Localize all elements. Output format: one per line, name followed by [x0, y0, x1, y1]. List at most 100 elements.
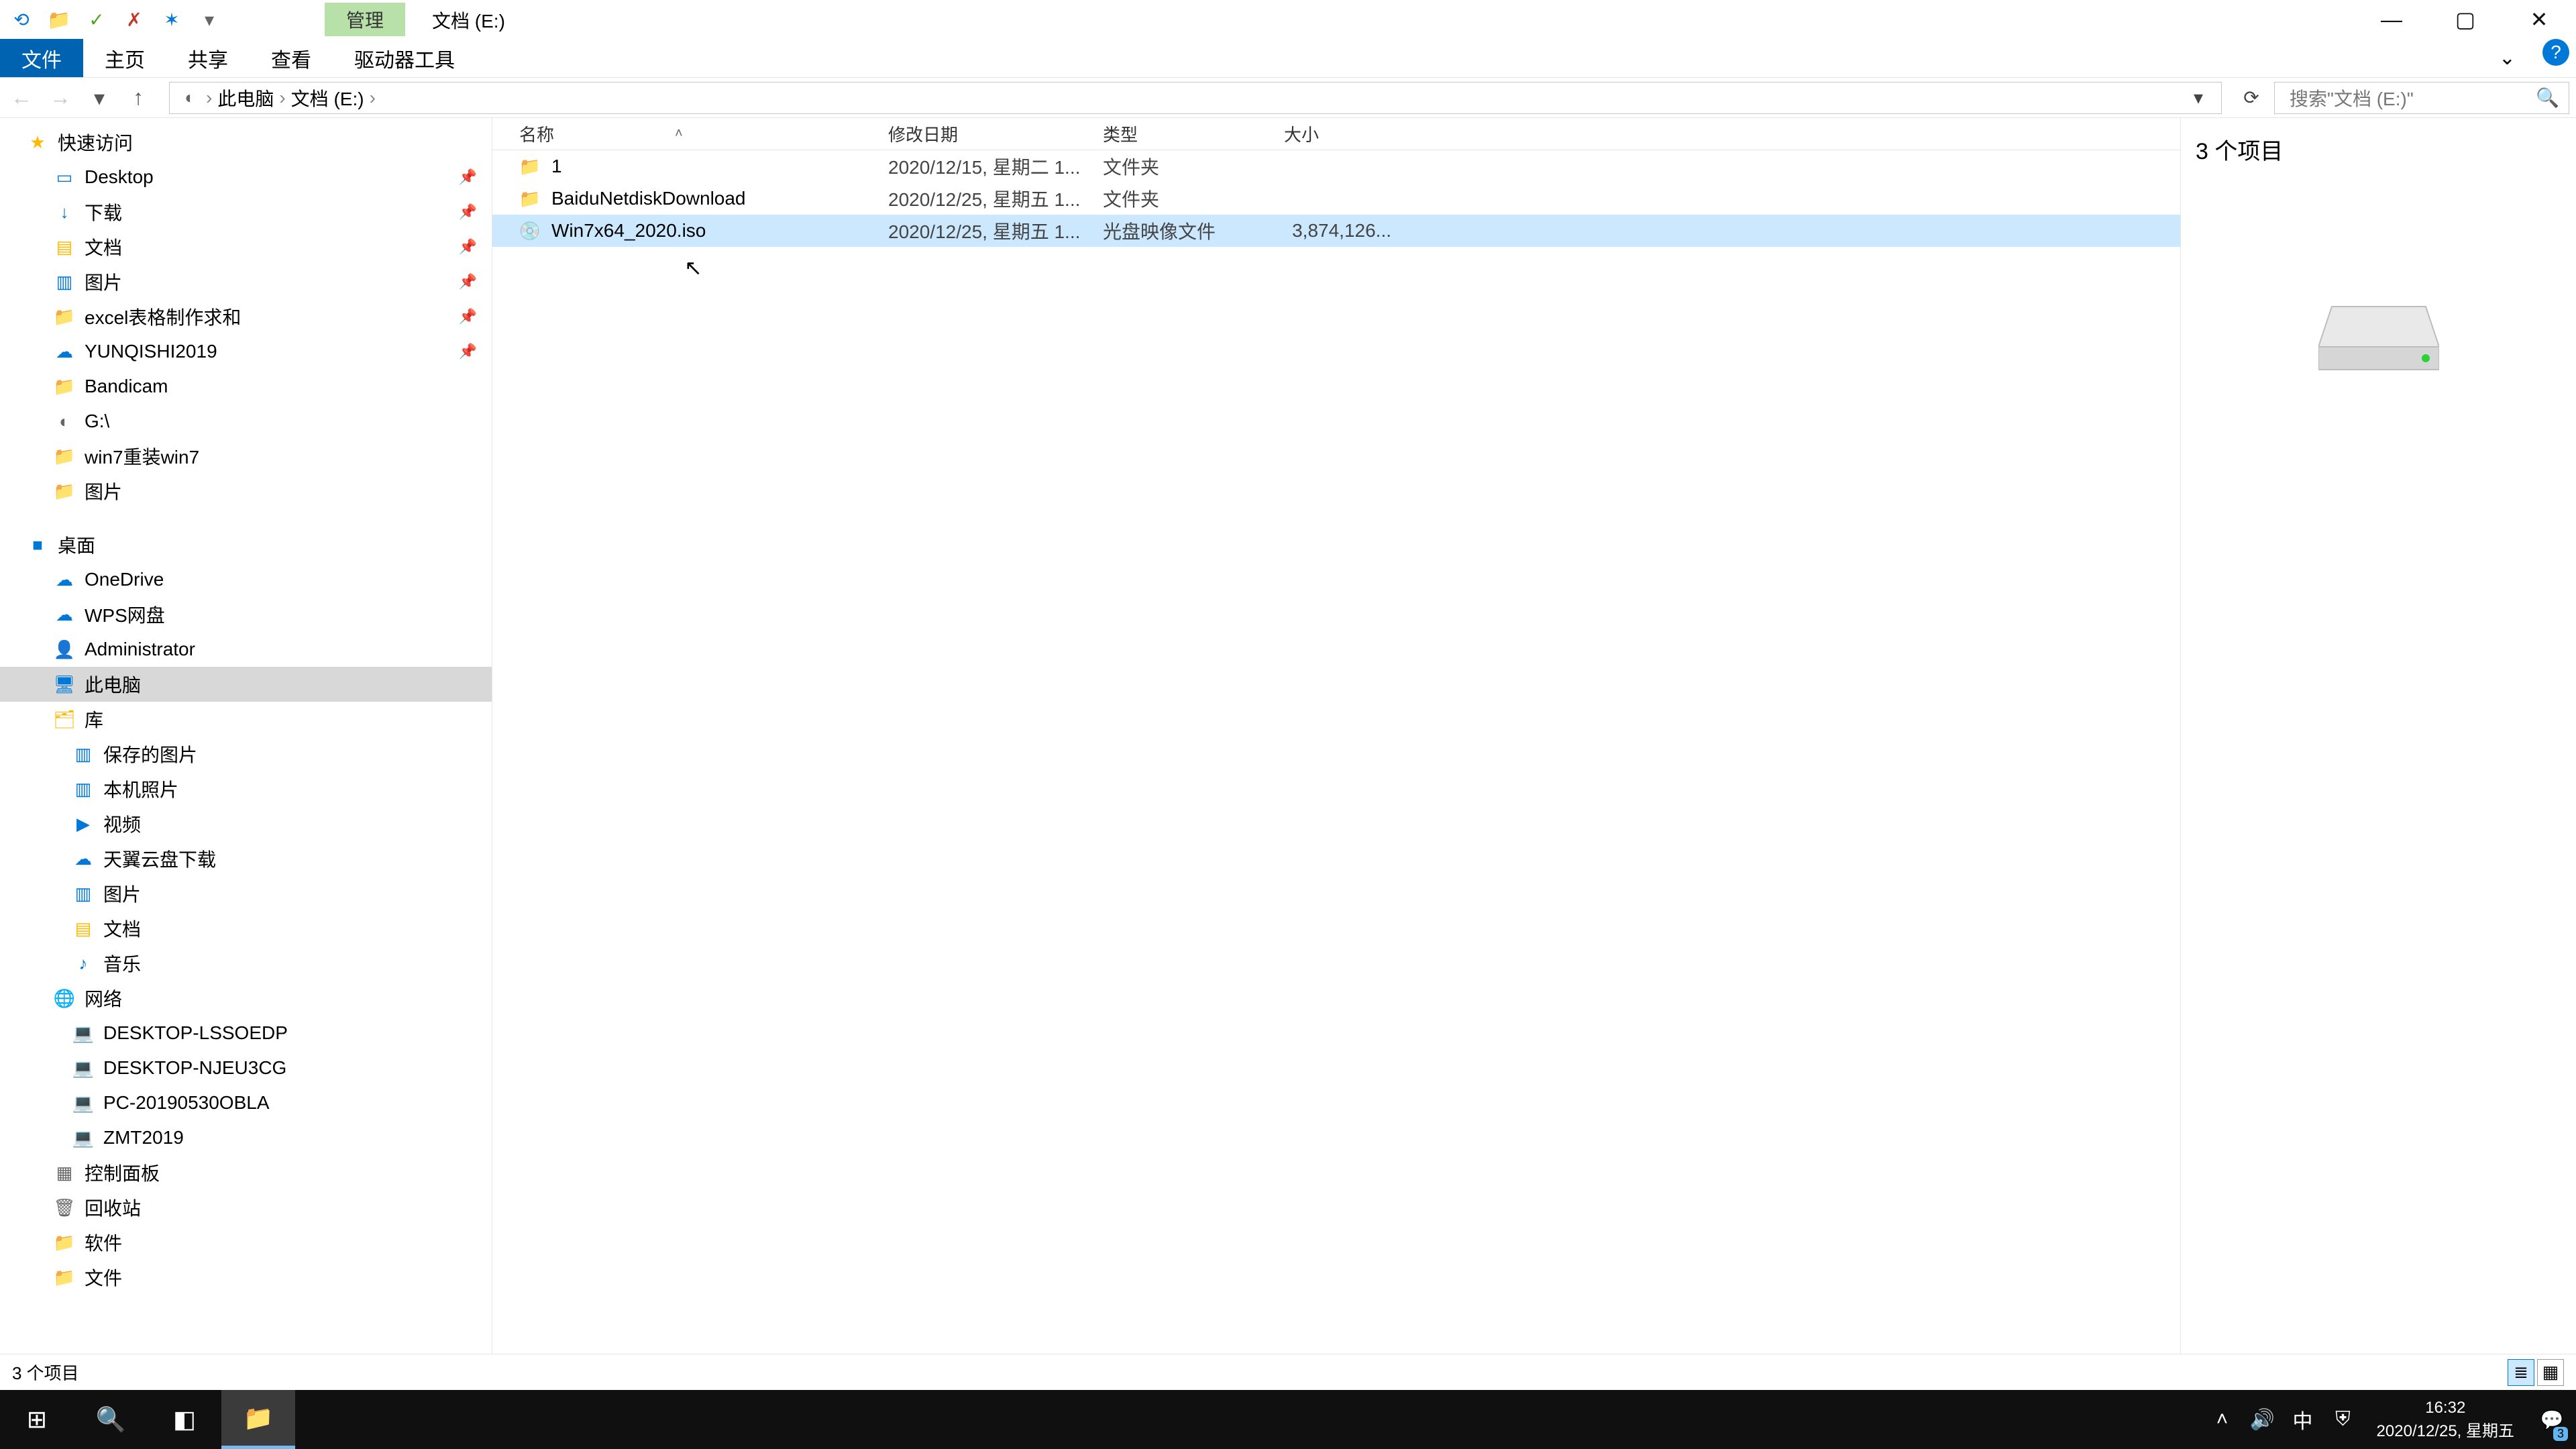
nav-up[interactable]: ↑ [123, 83, 153, 113]
nav-forward[interactable]: → [46, 83, 75, 113]
tray-ime[interactable]: 中 [2283, 1390, 2323, 1449]
nav-item-win7重装win7[interactable]: 📁win7重装win7 [0, 439, 492, 474]
music-icon: ♪ [72, 953, 94, 974]
nav-item-Administrator[interactable]: 👤Administrator [0, 632, 492, 667]
task-view-button[interactable]: ◧ [148, 1390, 221, 1449]
action-center[interactable]: 💬 3 [2528, 1390, 2576, 1449]
pin-icon: 📌 [459, 168, 477, 186]
nav-item-保存的图片[interactable]: ▥保存的图片 [0, 737, 492, 771]
address-dropdown[interactable]: ▾ [2185, 85, 2212, 111]
crumb-loc[interactable]: 文档 (E:) [291, 85, 364, 111]
refresh-button[interactable]: ⟳ [2238, 85, 2265, 111]
col-name[interactable]: 名称 ˄ [492, 121, 888, 146]
video-icon: ▶ [72, 813, 94, 835]
nav-item-下载[interactable]: ↓下载📌 [0, 195, 492, 229]
app-icon: ⟲ [13, 9, 29, 31]
file-row[interactable]: 💿Win7x64_2020.iso2020/12/25, 星期五 1...光盘映… [492, 215, 2180, 247]
doc-icon: ▤ [54, 236, 75, 258]
nav-item-label: 此电脑 [85, 671, 141, 698]
nav-item-DESKTOP-NJEU3CG[interactable]: 💻DESKTOP-NJEU3CG [0, 1051, 492, 1085]
pic-icon: ▥ [54, 271, 75, 292]
start-button[interactable]: ⊞ [0, 1390, 74, 1449]
close-button[interactable]: ✕ [2502, 0, 2576, 39]
file-list[interactable]: 名称 ˄ 修改日期 类型 大小 📁12020/12/15, 星期二 1...文件… [492, 118, 2180, 1390]
nav-item-label: 库 [85, 706, 103, 733]
nav-item-天翼云盘下载[interactable]: ☁天翼云盘下载 [0, 841, 492, 876]
qat-check-icon[interactable]: ✓ [82, 5, 111, 34]
breadcrumb[interactable]: ◐ › 此电脑 › 文档 (E:) › ▾ [169, 82, 2222, 114]
tray-overflow[interactable]: ˄ [2202, 1390, 2243, 1449]
qat-uncheck-icon[interactable]: ✗ [119, 5, 149, 34]
ribbon-tab-home[interactable]: 主页 [83, 39, 166, 77]
file-row[interactable]: 📁12020/12/15, 星期二 1...文件夹 [492, 150, 2180, 182]
navigation-pane[interactable]: ★快速访问▭Desktop📌↓下载📌▤文档📌▥图片📌📁excel表格制作求和📌☁… [0, 118, 492, 1390]
ribbon-tab-share[interactable]: 共享 [166, 39, 250, 77]
ribbon-tab-file[interactable]: 文件 [0, 39, 83, 77]
nav-item-图片[interactable]: 📁图片 [0, 474, 492, 508]
context-tab-manage[interactable]: 管理 [325, 3, 405, 36]
ribbon-tab-view[interactable]: 查看 [250, 39, 333, 77]
search-input[interactable]: 搜索"文档 (E:)" [2290, 85, 2536, 111]
nav-item-Bandicam[interactable]: 📁Bandicam [0, 369, 492, 404]
tray-sound[interactable]: 🔊 [2243, 1390, 2283, 1449]
tray-clock[interactable]: 16:32 2020/12/25, 星期五 [2363, 1399, 2528, 1441]
nav-item-label: 桌面 [58, 531, 95, 558]
file-row[interactable]: 📁BaiduNetdiskDownload2020/12/25, 星期五 1..… [492, 182, 2180, 215]
nav-item-DESKTOP-LSSOEDP[interactable]: 💻DESKTOP-LSSOEDP [0, 1016, 492, 1051]
nav-item-回收站[interactable]: 🗑回收站 [0, 1190, 492, 1225]
nav-item-label: 下载 [85, 199, 122, 225]
nav-item-excel表格制作求和[interactable]: 📁excel表格制作求和📌 [0, 299, 492, 334]
col-type[interactable]: 类型 [1103, 121, 1284, 146]
col-size[interactable]: 大小 [1284, 121, 1391, 146]
nav-item-网络[interactable]: 🌐网络 [0, 981, 492, 1016]
search-box[interactable]: 搜索"文档 (E:)" 🔍 [2274, 82, 2569, 114]
col-date[interactable]: 修改日期 [888, 121, 1103, 146]
view-thumbnails-button[interactable]: ▦ [2537, 1359, 2564, 1386]
nav-item-视频[interactable]: ▶视频 [0, 806, 492, 841]
nav-item-ZMT2019[interactable]: 💻ZMT2019 [0, 1120, 492, 1155]
nav-item-音乐[interactable]: ♪音乐 [0, 946, 492, 981]
ribbon-tabs: 文件 主页 共享 查看 驱动器工具 ⌄ ? [0, 39, 2576, 78]
nav-item-YUNQISHI2019[interactable]: ☁YUNQISHI2019📌 [0, 334, 492, 369]
nav-back[interactable]: ← [7, 83, 36, 113]
minimize-button[interactable]: — [2355, 0, 2428, 39]
nav-item-G:\[interactable]: ◐G:\ [0, 404, 492, 439]
nav-item-文件[interactable]: 📁文件 [0, 1260, 492, 1295]
nav-item-库[interactable]: 🗂库 [0, 702, 492, 737]
nav-item-桌面[interactable]: ■桌面 [0, 527, 492, 562]
nav-recent-drop[interactable]: ▾ [85, 83, 114, 113]
close-icon: ✕ [2530, 7, 2548, 32]
taskbar-search[interactable]: 🔍 [74, 1390, 148, 1449]
qat-app-icon[interactable]: ⟲ [7, 5, 36, 34]
quick-access-toolbar: ⟲ 📁 ✓ ✗ ✶ ▾ [0, 5, 224, 34]
nav-item-Desktop[interactable]: ▭Desktop📌 [0, 160, 492, 195]
folder-icon: 📁 [54, 480, 75, 502]
nav-item-控制面板[interactable]: ▦控制面板 [0, 1155, 492, 1190]
view-details-button[interactable]: ≣ [2508, 1359, 2534, 1386]
maximize-icon: ▢ [2455, 7, 2475, 32]
nav-item-文档[interactable]: ▤文档 [0, 911, 492, 946]
folder-icon: 📁 [54, 376, 75, 397]
nav-item-文档[interactable]: ▤文档📌 [0, 229, 492, 264]
ribbon-tab-drivetools[interactable]: 驱动器工具 [333, 39, 476, 77]
maximize-button[interactable]: ▢ [2428, 0, 2502, 39]
ribbon-collapse[interactable]: ⌄ [2477, 39, 2537, 77]
qat-star-icon[interactable]: ✶ [157, 5, 186, 34]
taskbar-explorer[interactable]: 📁 [221, 1390, 295, 1449]
nav-item-WPS网盘[interactable]: ☁WPS网盘 [0, 597, 492, 632]
nav-item-软件[interactable]: 📁软件 [0, 1225, 492, 1260]
nav-item-此电脑[interactable]: 🖥此电脑 [0, 667, 492, 702]
help-button[interactable]: ? [2542, 39, 2569, 66]
nav-item-图片[interactable]: ▥图片 [0, 876, 492, 911]
nav-item-本机照片[interactable]: ▥本机照片 [0, 771, 492, 806]
tray-security[interactable]: ⛨ [2323, 1390, 2363, 1449]
nav-item-OneDrive[interactable]: ☁OneDrive [0, 562, 492, 597]
qat-folder-icon[interactable]: 📁 [44, 5, 74, 34]
qat-dropdown[interactable]: ▾ [195, 5, 224, 34]
nav-item-快速访问[interactable]: ★快速访问 [0, 125, 492, 160]
nav-item-label: OneDrive [85, 569, 164, 590]
nav-item-PC-20190530OBLA[interactable]: 💻PC-20190530OBLA [0, 1085, 492, 1120]
nav-item-图片[interactable]: ▥图片📌 [0, 264, 492, 299]
minimize-icon: — [2381, 7, 2402, 32]
crumb-root[interactable]: 此电脑 [217, 85, 274, 111]
